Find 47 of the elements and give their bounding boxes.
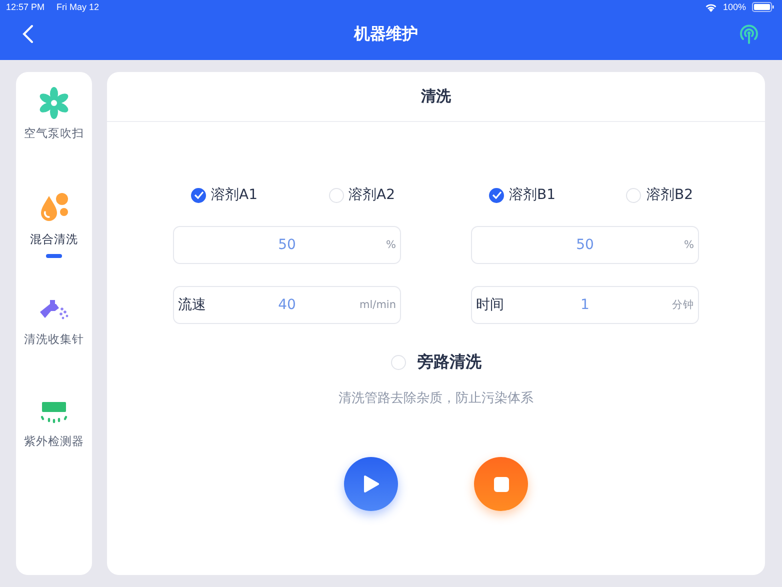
sidebar-item[interactable]: 空气泵吹扫: [24, 86, 84, 190]
stop-button[interactable]: [474, 457, 528, 511]
stop-icon: [494, 476, 508, 492]
page-title: 机器维护: [352, 24, 419, 44]
input-field[interactable]: 50 %: [173, 226, 401, 264]
field-unit: 分钟: [672, 298, 694, 312]
check-icon: [492, 191, 502, 199]
sidebar-label: 清洗收集针: [24, 332, 84, 347]
sidebar-item[interactable]: 紫外检测器: [24, 398, 84, 502]
sidebar-label: 混合清洗: [30, 232, 78, 247]
card-title: 清洗: [421, 87, 451, 106]
option-label: 溶剂B2: [646, 186, 693, 204]
input-field[interactable]: 流速 40 ml/min: [173, 286, 401, 324]
field-value: 50: [278, 237, 296, 253]
field-unit: ml/min: [360, 299, 396, 311]
sidebar-item[interactable]: 清洗收集针: [24, 294, 84, 398]
field-value: 50: [576, 237, 594, 253]
description-text: 清洗管路去除杂质，防止污染体系: [338, 390, 534, 407]
field-unit: %: [684, 239, 694, 251]
field-label: 流速: [178, 296, 206, 314]
bypass-label: 旁路清洗: [418, 352, 482, 373]
field-label: 时间: [476, 296, 504, 314]
back-icon[interactable]: [22, 24, 34, 44]
bypass-checkbox[interactable]: [390, 355, 406, 370]
play-button[interactable]: [344, 457, 398, 511]
play-icon: [363, 475, 379, 493]
input-field[interactable]: 时间 1 分钟: [471, 286, 699, 324]
battery-icon: [752, 2, 774, 12]
option-checkbox[interactable]: [489, 188, 504, 202]
field-value: 40: [278, 297, 296, 313]
status-date: Fri May 12: [56, 2, 100, 12]
status-time: 12:57 PM: [6, 2, 45, 12]
field-unit: %: [386, 239, 396, 251]
signal-icon[interactable]: [738, 23, 760, 45]
sidebar-item[interactable]: 混合清洗: [30, 190, 78, 294]
input-field[interactable]: 50 %: [471, 226, 699, 264]
sidebar-label: 空气泵吹扫: [24, 126, 84, 141]
option-checkbox[interactable]: [191, 188, 206, 202]
option-label: 溶剂A2: [348, 186, 395, 204]
sidebar-label: 紫外检测器: [24, 434, 84, 449]
option-label: 溶剂B1: [509, 186, 556, 204]
battery-percent: 100%: [722, 2, 746, 12]
wifi-icon: [704, 2, 717, 12]
check-icon: [194, 191, 204, 199]
option-label: 溶剂A1: [211, 186, 258, 204]
field-value: 1: [580, 297, 590, 313]
selected-indicator: [46, 254, 62, 258]
